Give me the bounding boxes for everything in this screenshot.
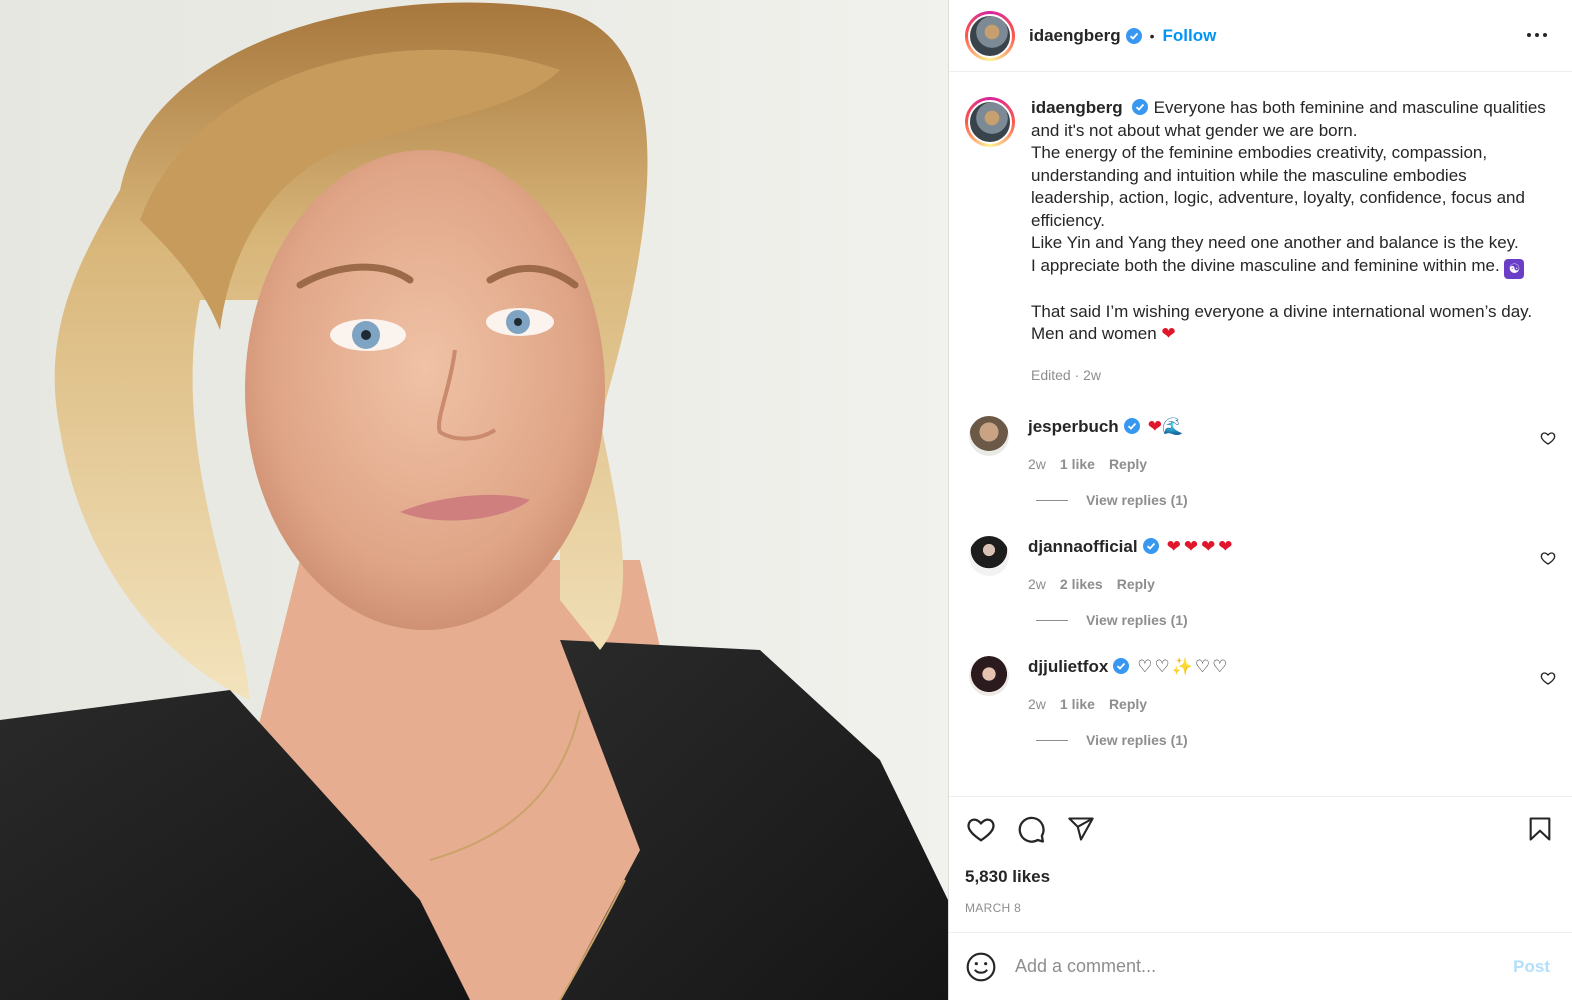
- comment-like-heart-icon[interactable]: [1540, 430, 1556, 446]
- author-avatar-ring[interactable]: [965, 10, 1015, 61]
- yin-yang-emoji: ☯: [1504, 258, 1525, 279]
- caption-line: Men and women: [1031, 324, 1157, 343]
- comment-button[interactable]: [1015, 813, 1047, 845]
- comment-text: ♡♡✨♡♡: [1137, 657, 1230, 676]
- caption-line: and it's not about what gender we are bo…: [1031, 120, 1358, 140]
- comment-likes[interactable]: 2 likes: [1060, 576, 1103, 592]
- action-bar: [965, 813, 1556, 845]
- view-replies-line: [1036, 619, 1068, 621]
- verified-icon: [1131, 99, 1148, 115]
- comment-item: djjulietfox ♡♡✨♡♡ 2w 1 like Reply: [965, 656, 1556, 712]
- comment-body: jesperbuch ❤🌊 2w 1 like Reply: [1028, 416, 1183, 472]
- heart-emoji: ❤: [1161, 324, 1176, 343]
- commenter-avatar[interactable]: [969, 656, 1009, 696]
- view-replies-button[interactable]: View replies (1): [1036, 612, 1556, 628]
- portrait-illustration: [0, 2, 948, 1000]
- heart-icon: [967, 818, 995, 842]
- comment-meta: 2w 1 like Reply: [1028, 696, 1229, 712]
- comment-icon: [1018, 816, 1045, 843]
- caption-line: Like Yin and Yang they need one another …: [1031, 233, 1519, 252]
- view-replies-label[interactable]: View replies (1): [1086, 612, 1188, 628]
- emoji-smile-icon[interactable]: [965, 951, 997, 983]
- comment-like-heart-icon[interactable]: [1540, 550, 1556, 566]
- comment-body: djannaofficial ❤❤❤❤ 2w 2 likes Reply: [1028, 536, 1236, 592]
- caption-line: Everyone has both feminine and masculine…: [1153, 98, 1546, 117]
- caption-line: efficiency.: [1031, 210, 1106, 230]
- commenter-username[interactable]: djannaofficial: [1028, 537, 1138, 556]
- post-modal: idaengberg • Follow idaengberg Everyone h…: [0, 0, 1572, 1000]
- comment-input[interactable]: Add a comment...: [1015, 956, 1513, 977]
- view-replies-line: [1036, 739, 1068, 741]
- caption-username[interactable]: idaengberg: [1031, 98, 1123, 117]
- comment-text: ❤❤❤❤: [1166, 537, 1236, 556]
- caption-avatar[interactable]: [968, 100, 1012, 144]
- bookmark-icon: [1529, 817, 1551, 841]
- share-icon: [1068, 817, 1094, 841]
- share-button[interactable]: [1065, 813, 1097, 845]
- caption: idaengberg Everyone has both feminine and…: [965, 97, 1556, 386]
- caption-line: leadership, action, logic, adventure, lo…: [1031, 188, 1525, 207]
- verified-icon: [1113, 658, 1130, 674]
- comment-likes[interactable]: 1 like: [1060, 456, 1095, 472]
- verified-icon: [1125, 27, 1142, 44]
- view-replies-label[interactable]: View replies (1): [1086, 492, 1188, 508]
- commenter-avatar[interactable]: [969, 416, 1009, 456]
- author-username[interactable]: idaengberg: [1029, 26, 1121, 46]
- post-side-panel: idaengberg • Follow idaengberg Everyone h…: [948, 0, 1572, 1000]
- caption-edited-time[interactable]: Edited · 2w: [1031, 364, 1556, 387]
- comment-meta: 2w 1 like Reply: [1028, 456, 1183, 472]
- comment-body: djjulietfox ♡♡✨♡♡ 2w 1 like Reply: [1028, 656, 1229, 712]
- caption-line: understanding and intuition while the ma…: [1031, 165, 1467, 185]
- post-header: idaengberg • Follow: [949, 0, 1572, 72]
- comment-time[interactable]: 2w: [1028, 576, 1046, 592]
- view-replies-button[interactable]: View replies (1): [1036, 732, 1556, 748]
- comments-scroll-area[interactable]: idaengberg Everyone has both feminine and…: [949, 73, 1572, 795]
- view-replies-label[interactable]: View replies (1): [1086, 732, 1188, 748]
- verified-icon: [1123, 418, 1140, 434]
- comment-item: djannaofficial ❤❤❤❤ 2w 2 likes Reply: [965, 536, 1556, 592]
- add-comment-bar: Add a comment... Post: [949, 932, 1572, 1000]
- reply-button[interactable]: Reply: [1109, 696, 1147, 712]
- post-comment-button[interactable]: Post: [1513, 957, 1550, 977]
- caption-text: idaengberg Everyone has both feminine and…: [1031, 97, 1556, 386]
- caption-line: That said I’m wishing everyone a divine …: [1031, 301, 1533, 321]
- likes-count[interactable]: 5,830 likes: [965, 867, 1556, 887]
- comment-likes[interactable]: 1 like: [1060, 696, 1095, 712]
- verified-icon: [1142, 538, 1159, 554]
- commenter-username[interactable]: jesperbuch: [1028, 417, 1119, 436]
- reply-button[interactable]: Reply: [1109, 456, 1147, 472]
- post-date[interactable]: MARCH 8: [965, 901, 1556, 915]
- comment-time[interactable]: 2w: [1028, 456, 1046, 472]
- view-replies-button[interactable]: View replies (1): [1036, 492, 1556, 508]
- post-actions: 5,830 likes MARCH 8: [949, 796, 1572, 915]
- like-button[interactable]: [965, 813, 997, 845]
- caption-blank: [1031, 279, 1556, 301]
- author-avatar[interactable]: [968, 13, 1012, 58]
- comment-item: jesperbuch ❤🌊 2w 1 like Reply: [965, 416, 1556, 472]
- comment-like-heart-icon[interactable]: [1540, 670, 1556, 686]
- comment-meta: 2w 2 likes Reply: [1028, 576, 1236, 592]
- view-replies-line: [1036, 499, 1068, 501]
- save-button[interactable]: [1524, 813, 1556, 845]
- follow-button[interactable]: Follow: [1163, 26, 1217, 46]
- reply-button[interactable]: Reply: [1117, 576, 1155, 592]
- separator-dot: •: [1149, 27, 1155, 44]
- more-options-icon[interactable]: [1524, 22, 1550, 48]
- comment-time[interactable]: 2w: [1028, 696, 1046, 712]
- commenter-avatar[interactable]: [969, 536, 1009, 576]
- commenter-username[interactable]: djjulietfox: [1028, 657, 1108, 676]
- comment-text: ❤🌊: [1147, 417, 1184, 436]
- post-photo[interactable]: [0, 0, 948, 1000]
- caption-line: I appreciate both the divine masculine a…: [1031, 255, 1500, 275]
- caption-line: The energy of the feminine embodies crea…: [1031, 143, 1488, 162]
- caption-avatar-ring[interactable]: [965, 97, 1015, 147]
